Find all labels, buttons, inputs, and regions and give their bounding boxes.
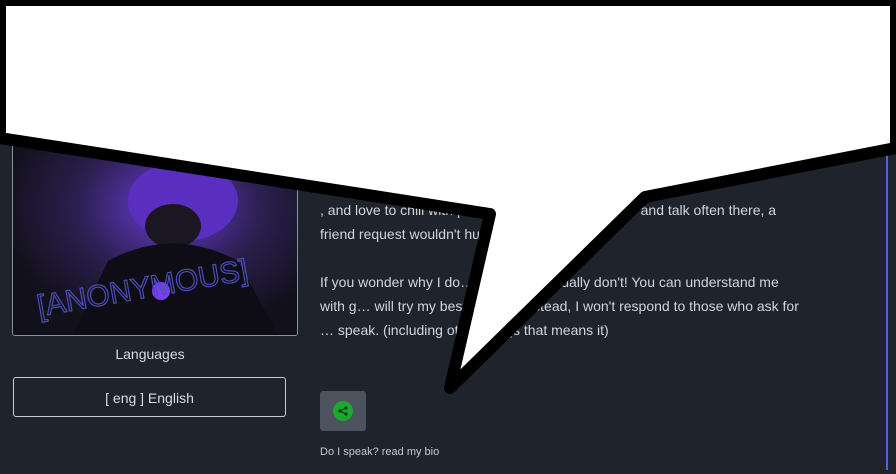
- language-badge: [ eng ] English: [13, 377, 286, 417]
- speak-caption: Do I speak? read my bio: [320, 446, 440, 458]
- bio-paragraph: , and love to chill with people while ha…: [320, 202, 777, 242]
- bio-paragraph: If you wonder why I do… because I actual…: [320, 274, 799, 338]
- profile-image: [ANONYMOUS]: [12, 120, 298, 336]
- profile-image-art: [ANONYMOUS]: [13, 121, 297, 335]
- profile-page: [ANONYMOUS] Languages [ eng ] English , …: [0, 0, 896, 474]
- share-button[interactable]: [320, 391, 366, 431]
- bio-text: , and love to chill with people while ha…: [320, 198, 800, 342]
- accent-border: [886, 150, 888, 470]
- languages-heading: Languages: [115, 346, 185, 362]
- share-icon: [333, 401, 353, 421]
